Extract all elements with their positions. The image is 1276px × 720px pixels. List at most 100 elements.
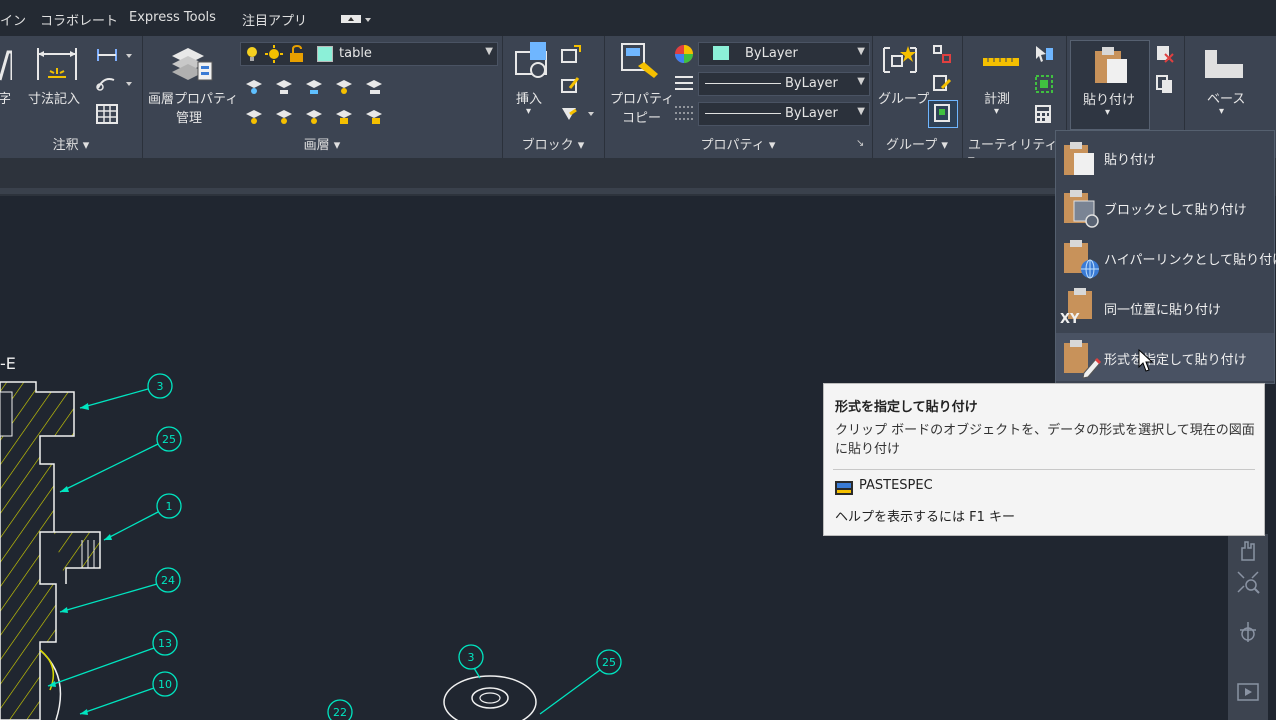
insert-label[interactable]: 挿入 xyxy=(516,88,542,107)
annotation-panel-title[interactable]: 注釈 ▾ xyxy=(0,134,142,153)
text-tool-icon[interactable] xyxy=(0,50,14,86)
balloon-10: 10 xyxy=(158,678,172,691)
block-panel-title[interactable]: ブロック ▾ xyxy=(502,134,604,153)
layer-properties-label-1[interactable]: 画層プロパティ xyxy=(148,88,238,107)
balloon-3b: 3 xyxy=(468,651,475,664)
text-button-label[interactable]: 字 xyxy=(0,88,11,107)
insert-chevron-icon[interactable]: ▾ xyxy=(526,106,531,117)
color-value: ByLayer xyxy=(745,46,798,61)
tooltip-divider xyxy=(833,469,1255,470)
zoom-extents-icon[interactable] xyxy=(1236,570,1260,598)
chevron-down-icon: ▼ xyxy=(857,46,865,57)
navigation-bar xyxy=(1228,534,1268,720)
lineweight-icon[interactable] xyxy=(674,104,694,126)
dimension-icon[interactable] xyxy=(36,44,80,88)
cut-icon[interactable] xyxy=(1155,44,1175,68)
dimension-button-label[interactable]: 寸法記入 xyxy=(28,88,80,107)
measure-label[interactable]: 計測 xyxy=(984,88,1010,107)
groups-panel: グループ グループ ▾ xyxy=(872,36,963,158)
menu-item-express-tools[interactable]: Express Tools xyxy=(129,10,216,25)
linetype-icon[interactable] xyxy=(674,74,694,96)
xy-badge: XY xyxy=(1060,312,1080,327)
block-attribute-icon[interactable] xyxy=(560,104,596,128)
menu-item-label: 貼り付け xyxy=(1104,153,1157,168)
menu-item-paste-as-hyperlink[interactable]: ハイパーリンクとして貼り付け xyxy=(1056,233,1276,283)
match-properties-label-1[interactable]: プロパティ xyxy=(610,88,674,107)
groups-panel-title[interactable]: グループ ▾ xyxy=(872,134,962,153)
color-wheel-icon[interactable] xyxy=(674,44,694,68)
group-select-toggle-icon[interactable] xyxy=(928,100,958,128)
properties-panel-title[interactable]: プロパティ ▾ xyxy=(604,134,872,153)
copy-icon[interactable] xyxy=(1155,74,1175,98)
dialog-launcher-icon[interactable]: ↘ xyxy=(856,138,864,149)
properties-panel: プロパティ コピー ByLayer ▼ ByLayer ▼ ByLayer ▼ … xyxy=(604,36,873,158)
orbit-icon[interactable] xyxy=(1236,620,1260,648)
menu-item-paste-special[interactable]: 形式を指定して貼り付け xyxy=(1056,333,1274,381)
menu-item-label: 同一位置に貼り付け xyxy=(1104,303,1222,318)
chevron-down-icon: ▼ xyxy=(857,76,865,87)
group-label[interactable]: グループ xyxy=(878,88,929,107)
balloon-24: 24 xyxy=(161,574,175,587)
lineweight-value: ByLayer xyxy=(785,106,838,121)
group-icon[interactable] xyxy=(880,42,920,84)
workspace-switch-icon[interactable] xyxy=(341,13,371,29)
lightbulb-icon xyxy=(245,46,259,66)
measure-chevron-icon[interactable]: ▾ xyxy=(994,106,999,117)
menu-item-paste-original-coords[interactable]: XY 同一位置に貼り付け xyxy=(1056,283,1274,331)
base-view-icon[interactable] xyxy=(1203,46,1245,84)
block-panel: 挿入 ▾ ブロック ▾ xyxy=(502,36,605,158)
mouse-cursor-icon xyxy=(1138,348,1154,377)
paste-label: 貼り付け xyxy=(1083,93,1136,108)
balloon-3: 3 xyxy=(157,380,164,393)
menu-item-collaborate[interactable]: コラボレート xyxy=(40,10,118,29)
paste-as-block-icon xyxy=(1062,189,1100,233)
layer-name: table xyxy=(339,46,372,61)
paste-button[interactable]: 貼り付け ▾ xyxy=(1070,40,1150,130)
measure-icon[interactable] xyxy=(982,54,1020,74)
menu-item-paste-as-block[interactable]: ブロックとして貼り付け xyxy=(1056,183,1274,231)
tooltip: 形式を指定して貼り付け クリップ ボードのオブジェクトを、データの形式を選択して… xyxy=(823,383,1265,536)
menu-item-featured-apps[interactable]: 注目アプリ xyxy=(242,10,307,29)
layers-panel-title[interactable]: 画層 ▾ xyxy=(142,134,502,153)
paste-as-hyperlink-icon xyxy=(1062,239,1102,283)
create-block-icon[interactable] xyxy=(560,44,582,68)
table-icon[interactable] xyxy=(96,104,118,128)
menu-item-paste[interactable]: 貼り付け xyxy=(1056,133,1274,181)
lineweight-dropdown[interactable]: ByLayer ▼ xyxy=(698,102,870,126)
color-swatch xyxy=(713,46,729,60)
edit-block-icon[interactable] xyxy=(560,74,582,98)
layer-tools-row-2[interactable] xyxy=(242,104,392,130)
layers-panel: 画層プロパティ 管理 table ▼ 画層 ▾ xyxy=(142,36,503,158)
pan-icon[interactable] xyxy=(1236,538,1260,566)
quick-select-icon[interactable] xyxy=(1034,44,1054,68)
paste-chevron-icon: ▾ xyxy=(1105,107,1111,118)
linetype-value: ByLayer xyxy=(785,76,838,91)
menu-item-design[interactable]: イン xyxy=(0,10,26,29)
leader-icon[interactable] xyxy=(96,74,136,96)
balloon-22: 22 xyxy=(333,706,347,719)
chevron-down-icon: ▼ xyxy=(857,106,865,117)
balloon-25b: 25 xyxy=(602,656,616,669)
layer-tools-row-1[interactable] xyxy=(242,74,392,100)
linear-dimension-icon[interactable] xyxy=(96,46,136,68)
layer-dropdown[interactable]: table ▼ xyxy=(240,42,498,66)
base-label[interactable]: ベース xyxy=(1207,88,1245,107)
color-dropdown[interactable]: ByLayer ▼ xyxy=(698,42,870,66)
layer-properties-icon[interactable] xyxy=(168,42,214,88)
calculator-icon[interactable] xyxy=(1034,104,1052,128)
showmotion-icon[interactable] xyxy=(1236,680,1260,708)
insert-block-icon[interactable] xyxy=(510,40,552,86)
paste-icon xyxy=(1062,141,1098,181)
linetype-dropdown[interactable]: ByLayer ▼ xyxy=(698,72,870,96)
menu-item-label: ハイパーリンクとして貼り付け xyxy=(1104,253,1276,268)
layer-properties-label-2[interactable]: 管理 xyxy=(176,107,202,126)
ungroup-icon[interactable] xyxy=(932,44,952,68)
match-properties-icon[interactable] xyxy=(620,42,660,86)
select-all-icon[interactable] xyxy=(1034,74,1054,98)
group-edit-icon[interactable] xyxy=(932,74,952,98)
match-properties-label-2[interactable]: コピー xyxy=(622,107,661,126)
tooltip-command: PASTESPEC xyxy=(859,478,933,493)
menu-bar: イン コラボレート Express Tools 注目アプリ xyxy=(0,0,1276,36)
base-chevron-icon[interactable]: ▾ xyxy=(1219,106,1224,117)
paste-special-icon xyxy=(1062,337,1102,383)
